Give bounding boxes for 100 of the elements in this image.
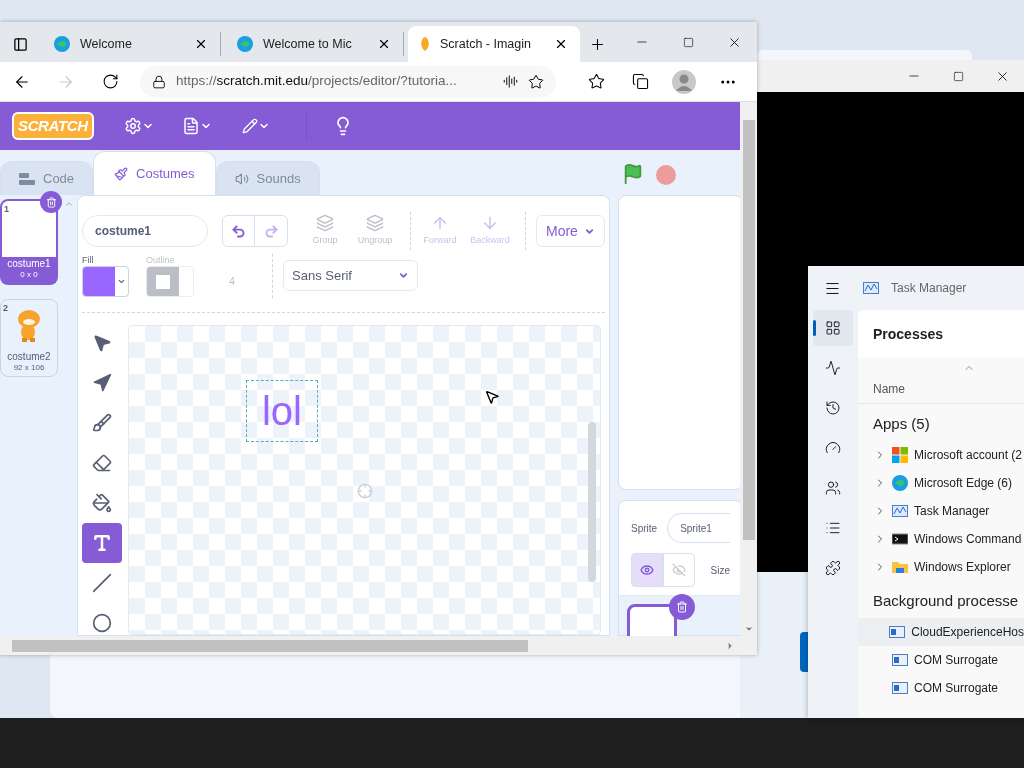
pulse-icon xyxy=(825,360,841,376)
scroll-right-icon[interactable] xyxy=(725,640,735,651)
caret-icon xyxy=(117,277,126,286)
scrollbar-thumb[interactable] xyxy=(12,639,528,652)
process-row[interactable]: Microsoft account (2 xyxy=(858,441,1024,469)
process-row[interactable]: CloudExperienceHos xyxy=(858,618,1024,646)
process-name: Microsoft account (2 xyxy=(914,447,1023,464)
close-icon[interactable] xyxy=(377,37,391,51)
process-name: COM Surrogate xyxy=(914,652,999,669)
blocks-icon xyxy=(19,172,35,185)
users-icon xyxy=(825,480,841,496)
process-row[interactable]: Microsoft Edge (6) xyxy=(858,469,1024,497)
group-icon xyxy=(316,214,334,233)
gauge-icon xyxy=(825,440,841,456)
chart-icon xyxy=(863,281,879,295)
fill-color-picker[interactable] xyxy=(82,266,129,297)
line-icon xyxy=(92,573,112,593)
profile-avatar[interactable] xyxy=(672,69,696,94)
show-button[interactable] xyxy=(631,553,663,587)
group-heading: Background processe xyxy=(872,591,1020,611)
process-row[interactable]: COM Surrogate xyxy=(858,646,1024,674)
microsoft-logo-icon xyxy=(892,447,908,463)
maximize-icon[interactable] xyxy=(682,36,694,48)
costume-name: costume1 xyxy=(7,257,51,270)
process-row[interactable]: Windows Explorer xyxy=(858,553,1024,581)
scrollbar-thumb[interactable] xyxy=(742,120,755,540)
pencil-icon[interactable] xyxy=(241,118,258,134)
scratch-tab-icon xyxy=(420,37,430,51)
puzzle-icon xyxy=(825,560,841,576)
process-name: Task Manager xyxy=(914,503,990,520)
process-row[interactable]: COM Surrogate xyxy=(858,674,1024,702)
caret-icon xyxy=(398,270,409,281)
editor-tab[interactable]: Costumes xyxy=(93,151,216,195)
nav-item[interactable] xyxy=(813,310,853,346)
window-title: Task Manager xyxy=(891,280,967,297)
close-icon[interactable] xyxy=(554,37,568,51)
column-header[interactable]: Name xyxy=(858,374,1024,404)
crosshair-icon xyxy=(357,483,373,499)
flag-icon[interactable] xyxy=(622,163,644,185)
group-heading: Apps (5) xyxy=(872,414,931,434)
process-row[interactable]: Task Manager xyxy=(858,497,1024,525)
collections-icon[interactable] xyxy=(631,73,649,90)
brush-icon xyxy=(114,166,129,181)
costume-number: 2 xyxy=(3,302,8,315)
scroll-down-icon[interactable] xyxy=(743,624,754,634)
sprite-tile[interactable] xyxy=(627,604,677,636)
trash-icon[interactable] xyxy=(676,601,688,613)
chart-icon xyxy=(892,503,908,519)
reload-icon[interactable] xyxy=(101,73,119,90)
sidebar-toggle-icon[interactable] xyxy=(12,36,28,52)
eye-icon xyxy=(639,563,654,577)
canvas-text: lol xyxy=(246,380,318,442)
paint-tool-button[interactable] xyxy=(82,523,122,563)
trash-icon[interactable] xyxy=(45,196,57,208)
address-field[interactable]: https://scratch.mit.edu/projects/editor/?tutoria... xyxy=(140,65,556,98)
browser-tab[interactable]: Welcome to Mic xyxy=(225,32,404,56)
size-label: Size xyxy=(710,563,730,578)
maximize-icon[interactable] xyxy=(952,70,964,82)
window-app-icon xyxy=(889,624,906,640)
scrollbar-thumb[interactable] xyxy=(588,422,596,582)
terminal-icon xyxy=(892,531,908,547)
more-dropdown[interactable]: More xyxy=(536,215,605,247)
page-heading: Processes xyxy=(873,324,944,344)
browser-tab[interactable]: Scratch - Imagin xyxy=(408,26,580,62)
circle-icon xyxy=(92,613,112,633)
process-name: CloudExperienceHos xyxy=(911,624,1024,641)
costume-tile[interactable]: 1 costume1 0 x 0 xyxy=(0,199,58,285)
select-icon xyxy=(92,333,112,353)
eye-off-icon xyxy=(671,563,686,577)
tab-title: Welcome xyxy=(80,35,133,53)
url-text: https://scratch.mit.edu/projects/editor/?tutoria... xyxy=(176,72,457,91)
grid-icon xyxy=(825,320,841,336)
reshape-icon xyxy=(92,373,112,393)
gear-icon[interactable] xyxy=(123,117,142,135)
process-name: Windows Explorer xyxy=(914,559,1011,576)
read-aloud-icon[interactable] xyxy=(503,74,518,89)
eraser-icon xyxy=(92,453,112,473)
edge-logo-icon xyxy=(237,36,253,52)
favorite-icon[interactable] xyxy=(528,73,544,90)
edge-logo-icon xyxy=(54,36,70,52)
process-row[interactable]: Windows Command xyxy=(858,525,1024,553)
outline-label: Outline xyxy=(146,254,176,266)
costume-tile[interactable]: 2 costume2 92 x 106 xyxy=(0,299,58,377)
lock-icon xyxy=(152,74,166,89)
font-dropdown[interactable]: Sans Serif xyxy=(283,260,418,291)
text-icon xyxy=(92,533,112,553)
speaker-icon xyxy=(234,171,249,186)
tab-title: Welcome to Mic xyxy=(263,35,353,53)
window-app-icon xyxy=(892,680,908,696)
undo-icon[interactable] xyxy=(231,223,246,239)
fill-label: Fill xyxy=(82,254,95,266)
process-name: COM Surrogate xyxy=(914,680,999,697)
window-app-icon xyxy=(892,652,908,668)
close-icon[interactable] xyxy=(194,37,208,51)
browser-tab[interactable]: Welcome xyxy=(42,32,221,56)
brush-icon xyxy=(92,413,112,433)
file-icon[interactable] xyxy=(181,117,200,135)
costume-size: 0 x 0 xyxy=(20,270,38,280)
favorites-icon[interactable] xyxy=(587,73,605,90)
folder-icon xyxy=(892,559,908,575)
